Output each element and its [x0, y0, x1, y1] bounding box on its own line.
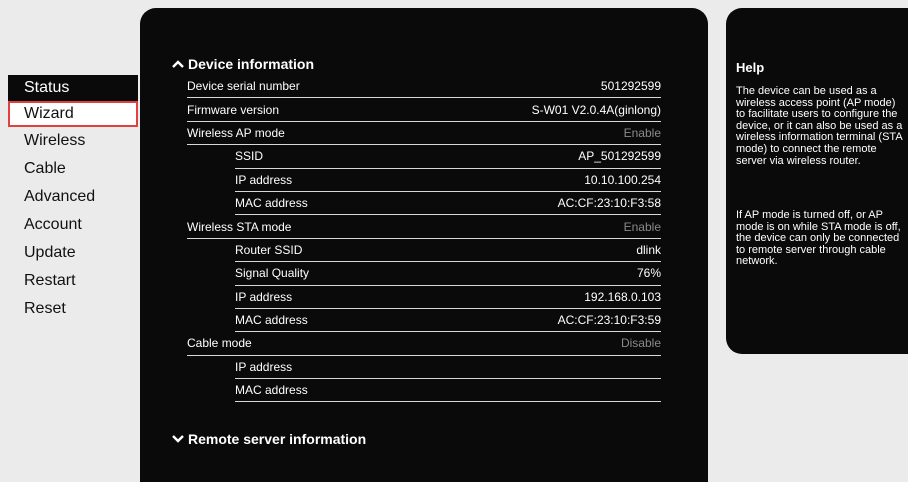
- row-label: Device serial number: [187, 79, 300, 94]
- help-text-2: If AP mode is turned off, or AP mode is …: [736, 209, 901, 268]
- nav-item-update[interactable]: Update: [8, 239, 138, 267]
- remote-server-toggle[interactable]: Remote server information: [172, 431, 366, 447]
- row-ap-mac: MAC address AC:CF:23:10:F3:58: [235, 192, 661, 216]
- row-label: MAC address: [235, 196, 308, 211]
- nav-item-restart[interactable]: Restart: [8, 267, 138, 295]
- row-ap-ssid: SSID AP_501292599: [235, 145, 661, 169]
- row-label: Wireless STA mode: [187, 219, 292, 234]
- row-value: Disable: [620, 336, 661, 351]
- row-value: S-W01 V2.0.4A(ginlong): [531, 102, 661, 117]
- row-label: Wireless AP mode: [187, 125, 285, 140]
- nav-item-cable[interactable]: Cable: [8, 155, 138, 183]
- row-cable-mac: MAC address: [235, 379, 661, 403]
- row-firmware: Firmware version S-W01 V2.0.4A(ginlong): [187, 98, 661, 122]
- chevron-down-icon: [172, 435, 184, 443]
- row-signal-quality: Signal Quality 76%: [235, 262, 661, 286]
- nav-item-reset[interactable]: Reset: [8, 295, 138, 323]
- row-label: IP address: [235, 359, 293, 374]
- row-ap-ip: IP address 10.10.100.254: [235, 169, 661, 192]
- help-panel: Help The device can be used as a wireles…: [726, 8, 908, 354]
- device-info-table: Device serial number 501292599 Firmware …: [187, 75, 661, 403]
- row-value: Enable: [623, 125, 661, 140]
- row-wireless-sta-mode: Wireless STA mode Enable: [187, 215, 661, 239]
- row-sta-ip: IP address 192.168.0.103: [235, 286, 661, 309]
- row-label: IP address: [235, 289, 293, 304]
- device-info-title: Device information: [188, 56, 315, 72]
- row-device-serial: Device serial number 501292599: [187, 75, 661, 99]
- row-cable-mode: Cable mode Disable: [187, 332, 661, 356]
- row-label: IP address: [235, 172, 293, 187]
- row-value: 501292599: [600, 79, 661, 94]
- row-label: MAC address: [235, 383, 308, 398]
- row-wireless-ap-mode: Wireless AP mode Enable: [187, 122, 661, 146]
- row-label: Router SSID: [235, 242, 303, 257]
- nav-item-wireless[interactable]: Wireless: [8, 127, 138, 155]
- row-label: Signal Quality: [235, 266, 310, 281]
- row-label: SSID: [235, 149, 264, 164]
- row-router-ssid: Router SSID dlink: [235, 239, 661, 263]
- row-sta-mac: MAC address AC:CF:23:10:F3:59: [235, 309, 661, 333]
- row-label: Firmware version: [187, 102, 280, 117]
- row-value: 76%: [636, 266, 661, 281]
- row-value: AC:CF:23:10:F3:59: [557, 313, 661, 328]
- nav-item-account[interactable]: Account: [8, 211, 138, 239]
- row-value: Enable: [623, 219, 661, 234]
- nav-item-wizard[interactable]: Wizard: [8, 101, 138, 127]
- row-value: AC:CF:23:10:F3:58: [557, 196, 661, 211]
- nav-item-status[interactable]: Status: [8, 75, 138, 101]
- status-panel: Device information Device serial number …: [140, 8, 708, 482]
- chevron-up-icon: [172, 60, 184, 68]
- help-text-1: The device can be used as a wireless acc…: [736, 85, 903, 167]
- row-label: Cable mode: [187, 336, 252, 351]
- row-cable-ip: IP address: [235, 356, 661, 380]
- sidebar-nav: Status Wizard Wireless Cable Advanced Ac…: [8, 75, 138, 323]
- device-info-toggle[interactable]: Device information: [172, 56, 314, 72]
- row-value: 10.10.100.254: [584, 172, 661, 187]
- help-title: Help: [736, 60, 765, 75]
- row-label: MAC address: [235, 313, 308, 328]
- remote-server-title: Remote server information: [188, 431, 367, 447]
- row-value: AP_501292599: [578, 149, 661, 164]
- nav-item-advanced[interactable]: Advanced: [8, 183, 138, 211]
- row-value: 192.168.0.103: [584, 289, 661, 304]
- row-value: dlink: [636, 242, 661, 257]
